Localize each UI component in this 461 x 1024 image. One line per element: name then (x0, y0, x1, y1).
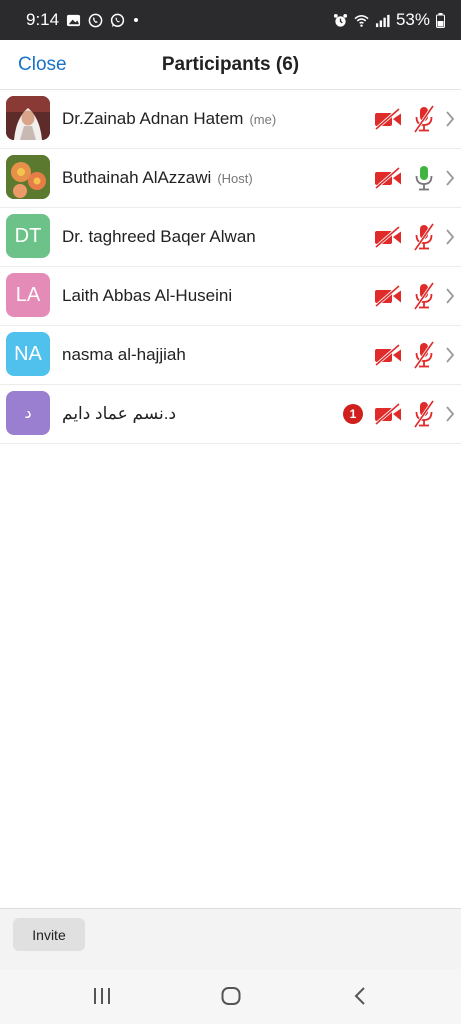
gallery-icon (67, 14, 81, 26)
chevron-right-icon (446, 170, 455, 186)
avatar: LA (6, 273, 50, 317)
participant-tag: (Host) (217, 171, 253, 186)
participant-name: د.نسم عماد دايم (62, 404, 177, 423)
avatar-initials: NA (14, 342, 42, 365)
system-nav-bar (0, 969, 461, 1024)
participant-row[interactable]: Dr.Zainab Adnan Hatem (me) (0, 90, 461, 149)
participant-row[interactable]: NA nasma al-hajjiah (0, 326, 461, 385)
notification-dot (134, 18, 139, 22)
avatar: د (6, 391, 50, 435)
chevron-right-icon (446, 406, 455, 422)
video-off-icon (374, 225, 401, 249)
participant-name: Buthainah AlAzzawi (62, 168, 212, 187)
invite-button[interactable]: Invite (13, 918, 85, 951)
participant-tag: (me) (249, 112, 277, 127)
viber-icon (88, 13, 103, 27)
participant-name: Dr. taghreed Baqer Alwan (62, 227, 256, 246)
participant-row[interactable]: Buthainah AlAzzawi (Host) (0, 149, 461, 208)
participants-header: Close Participants (6) (0, 40, 461, 90)
participant-row[interactable]: د د.نسم عماد دايم 1 (0, 385, 461, 444)
profile-photo-icon (6, 155, 50, 199)
avatar-initials: د (24, 405, 32, 422)
mic-muted-icon (413, 341, 435, 369)
wifi-icon (354, 14, 369, 27)
participant-row[interactable]: LA Laith Abbas Al-Huseini (0, 267, 461, 326)
mic-muted-icon (413, 282, 435, 310)
mic-muted-icon (413, 223, 435, 251)
chat-unread-badge: 1 (343, 404, 363, 424)
close-button[interactable]: Close (18, 54, 67, 76)
video-off-icon (374, 284, 401, 308)
signal-icon (375, 14, 390, 27)
status-time: 9:14 (26, 10, 60, 29)
video-off-icon (374, 107, 401, 131)
avatar: DT (6, 214, 50, 258)
avatar-initials: LA (15, 283, 41, 306)
chevron-right-icon (446, 288, 455, 304)
participant-name: Dr.Zainab Adnan Hatem (62, 109, 244, 128)
chevron-right-icon (446, 347, 455, 363)
invite-bar: Invite (0, 908, 461, 969)
mic-muted-icon (413, 400, 435, 428)
participant-name: Laith Abbas Al-Huseini (62, 286, 233, 305)
video-off-icon (374, 166, 401, 190)
alarm-icon (333, 13, 348, 27)
avatar: NA (6, 332, 50, 376)
whatsapp-icon (110, 13, 125, 27)
status-bar: 9:14 53% (0, 0, 461, 40)
profile-photo-icon (6, 96, 50, 140)
avatar (6, 155, 50, 199)
participant-row[interactable]: DT Dr. taghreed Baqer Alwan (0, 208, 461, 267)
mic-on-icon (415, 166, 433, 191)
home-icon[interactable] (220, 985, 242, 1007)
battery-percent: 53% (395, 10, 430, 29)
battery-icon (436, 12, 445, 28)
mic-muted-icon (413, 105, 435, 133)
recent-apps-icon[interactable] (92, 985, 112, 1007)
avatar (6, 96, 50, 140)
video-off-icon (374, 343, 401, 367)
page-title: Participants (6) (161, 54, 300, 75)
video-off-icon (374, 402, 401, 426)
participant-name: nasma al-hajjiah (62, 345, 186, 364)
avatar-initials: DT (14, 224, 42, 247)
chevron-right-icon (446, 111, 455, 127)
chevron-right-icon (446, 229, 455, 245)
participant-list: Dr.Zainab Adnan Hatem (me) Buthainah AlA… (0, 90, 461, 444)
back-icon[interactable] (352, 985, 368, 1007)
